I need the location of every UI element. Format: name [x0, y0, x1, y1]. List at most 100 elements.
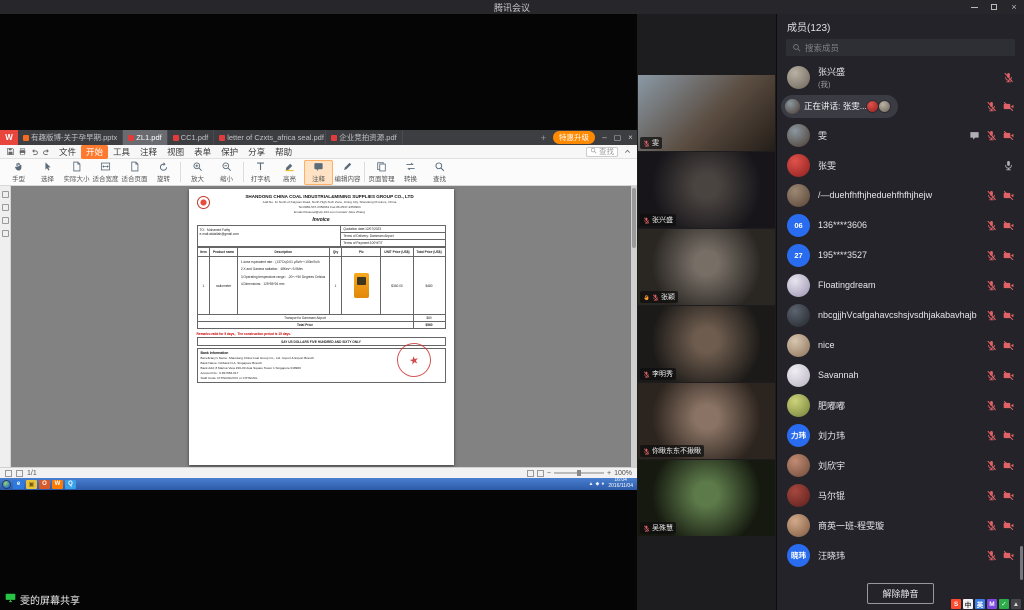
- toolbar-button[interactable]: 页面管理: [367, 160, 396, 185]
- attachments-panel-icon[interactable]: [2, 230, 9, 237]
- mic-off-icon[interactable]: [986, 280, 997, 291]
- cam-off-icon[interactable]: [1003, 430, 1014, 441]
- mic-on-icon[interactable]: [1003, 160, 1014, 171]
- tray-icon[interactable]: 中: [963, 599, 973, 609]
- status-icon-1[interactable]: [5, 470, 12, 477]
- video-tile[interactable]: 张兴盛: [638, 152, 775, 228]
- member-row[interactable]: Savannah: [777, 360, 1024, 390]
- taskbar-app-icon[interactable]: W: [52, 480, 63, 489]
- menu-item[interactable]: 表单: [189, 145, 216, 159]
- document-tab[interactable]: ZL1.pdf: [123, 130, 167, 145]
- cam-off-icon[interactable]: [1003, 190, 1014, 201]
- taskbar-app-icon[interactable]: ▣: [26, 480, 37, 489]
- chat-icon[interactable]: [969, 130, 980, 141]
- cam-off-icon[interactable]: [1003, 340, 1014, 351]
- cam-off-icon[interactable]: [1003, 490, 1014, 501]
- document-tab[interactable]: letter of Czxts_africa seal.pdf: [214, 130, 326, 145]
- continuous-view-icon[interactable]: [537, 470, 544, 477]
- member-row[interactable]: nice: [777, 330, 1024, 360]
- video-tile[interactable]: 雯: [638, 75, 775, 151]
- toolbar-button[interactable]: 高亮: [275, 160, 304, 185]
- mic-off-icon[interactable]: [1003, 72, 1014, 83]
- cam-off-icon[interactable]: [1003, 310, 1014, 321]
- member-row[interactable]: 张兴盛(我): [777, 62, 1024, 92]
- mic-off-icon[interactable]: [986, 310, 997, 321]
- menu-item[interactable]: 文件: [54, 145, 81, 159]
- toolbar-button[interactable]: 选择: [33, 160, 62, 185]
- member-list-scrollbar[interactable]: [1020, 546, 1023, 580]
- mic-off-icon[interactable]: [986, 430, 997, 441]
- member-search-input[interactable]: 搜索成员: [786, 39, 1015, 56]
- comments-panel-icon[interactable]: [2, 217, 9, 224]
- taskbar-app-icon[interactable]: Q: [65, 480, 76, 489]
- menu-item[interactable]: 工具: [108, 145, 135, 159]
- menu-item[interactable]: 注释: [135, 145, 162, 159]
- member-row[interactable]: 雯: [777, 120, 1024, 150]
- member-row[interactable]: 刘欣宇: [777, 450, 1024, 480]
- tray-icon[interactable]: S: [951, 599, 961, 609]
- toolbar-button[interactable]: 注释: [304, 160, 333, 185]
- video-tile[interactable]: 你瞅东东不揪瞅: [638, 383, 775, 459]
- taskbar-app-icon[interactable]: O: [39, 480, 50, 489]
- toolbar-button[interactable]: 旋转: [149, 160, 178, 185]
- mic-off-icon[interactable]: [986, 490, 997, 501]
- toolbar-button[interactable]: 编辑内容: [333, 160, 362, 185]
- cam-off-icon[interactable]: [1003, 250, 1014, 261]
- cam-off-icon[interactable]: [1003, 520, 1014, 531]
- pdf-search-box[interactable]: 查找: [586, 147, 618, 157]
- save-button[interactable]: [4, 146, 16, 157]
- mic-off-icon[interactable]: [986, 220, 997, 231]
- mic-off-icon[interactable]: [986, 130, 997, 141]
- cam-off-icon[interactable]: [1003, 220, 1014, 231]
- redo-button[interactable]: [40, 146, 52, 157]
- mic-off-icon[interactable]: [986, 250, 997, 261]
- mic-off-icon[interactable]: [986, 460, 997, 471]
- cam-off-icon[interactable]: [1003, 280, 1014, 291]
- unmute-button[interactable]: 解除静音: [867, 583, 933, 604]
- member-row[interactable]: 张雯: [777, 150, 1024, 180]
- tray-icon[interactable]: ▲: [1011, 599, 1021, 609]
- taskbar-clock[interactable]: 16:04 2016/11/04: [606, 478, 635, 490]
- video-tile[interactable]: 吴殊慧: [638, 460, 775, 536]
- pdf-close-button[interactable]: ×: [624, 130, 637, 145]
- toolbar-button[interactable]: 适合页面: [120, 160, 149, 185]
- new-tab-button[interactable]: +: [537, 130, 550, 145]
- toolbar-button[interactable]: 适合宽度: [91, 160, 120, 185]
- member-row[interactable]: 27195****3527: [777, 240, 1024, 270]
- mic-off-icon[interactable]: [986, 190, 997, 201]
- cam-off-icon[interactable]: [1003, 400, 1014, 411]
- member-row[interactable]: 马尔锟: [777, 480, 1024, 510]
- zoom-slider[interactable]: [554, 472, 604, 474]
- toolbar-button[interactable]: 手型: [4, 160, 33, 185]
- toolbar-button[interactable]: 转换: [396, 160, 425, 185]
- tray-icon[interactable]: ✓: [999, 599, 1009, 609]
- menu-item[interactable]: 视图: [162, 145, 189, 159]
- cam-off-icon[interactable]: [1003, 550, 1014, 561]
- menu-item[interactable]: 帮助: [270, 145, 297, 159]
- undo-button[interactable]: [28, 146, 40, 157]
- menu-item[interactable]: 分享: [243, 145, 270, 159]
- bookmarks-panel-icon[interactable]: [2, 191, 9, 198]
- chevron-up-icon[interactable]: [621, 146, 633, 157]
- tray-icon[interactable]: 英: [975, 599, 985, 609]
- single-page-view-icon[interactable]: [527, 470, 534, 477]
- member-row[interactable]: 力玮刘力玮: [777, 420, 1024, 450]
- zoom-in-button[interactable]: +: [607, 470, 611, 477]
- mic-off-icon[interactable]: [986, 550, 997, 561]
- tray-glyph[interactable]: ●: [601, 481, 604, 487]
- menu-item[interactable]: 开始: [81, 145, 108, 159]
- tray-icon[interactable]: M: [987, 599, 997, 609]
- toolbar-button[interactable]: 缩小: [212, 160, 241, 185]
- pdf-maximize-button[interactable]: ▢: [611, 130, 624, 145]
- tray-glyph[interactable]: ◆: [595, 481, 599, 487]
- status-icon-2[interactable]: [16, 470, 23, 477]
- menu-item[interactable]: 保护: [216, 145, 243, 159]
- cam-off-icon[interactable]: [1003, 460, 1014, 471]
- mic-off-icon[interactable]: [986, 520, 997, 531]
- member-row[interactable]: nbcgjjhVcafgahavcshsjvsdhjakabavhajb: [777, 300, 1024, 330]
- toolbar-button[interactable]: 打字机: [246, 160, 275, 185]
- document-tab[interactable]: 有趣版博-关于孕早期.pptx: [18, 130, 123, 145]
- maximize-button[interactable]: [984, 0, 1004, 14]
- cam-off-icon[interactable]: [1003, 130, 1014, 141]
- mic-off-icon[interactable]: [986, 340, 997, 351]
